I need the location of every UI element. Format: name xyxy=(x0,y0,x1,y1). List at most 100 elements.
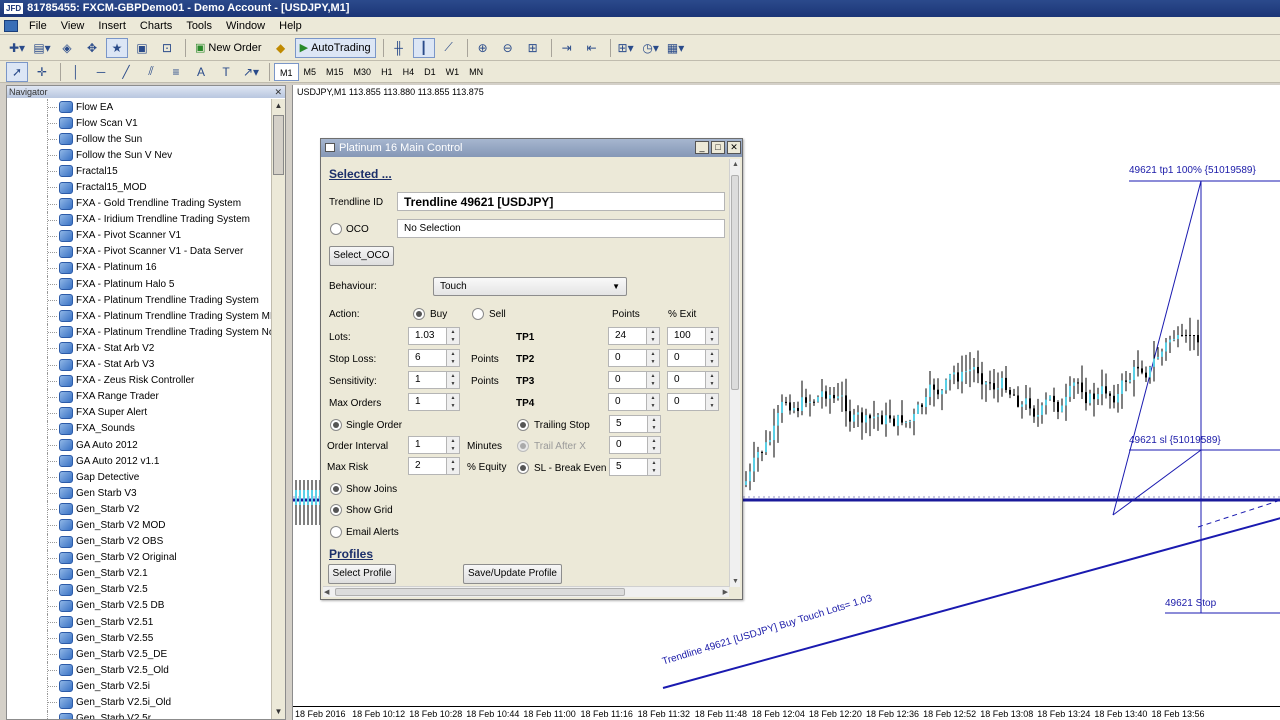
trendline-id-field[interactable]: Trendline 49621 [USDJPY] xyxy=(397,192,725,211)
sl-break-even-stepper[interactable]: 5 ▲ ▼ xyxy=(609,458,661,476)
navigator-item[interactable]: Gen_Starb V2.5 xyxy=(7,581,271,598)
menu-help[interactable]: Help xyxy=(272,17,309,35)
navigator-item[interactable]: Gen_Starb V2.5r xyxy=(7,710,271,719)
navigator-item[interactable]: FXA - Gold Trendline Trading System xyxy=(7,195,271,212)
chevron-up-icon[interactable]: ▲ xyxy=(447,458,459,466)
strategy-tester-icon[interactable]: ⊡ xyxy=(156,38,178,58)
navigator-item[interactable]: Fractal15 xyxy=(7,163,271,180)
chevron-down-icon[interactable]: ▼ xyxy=(647,380,659,388)
sl-break-even-radio[interactable] xyxy=(517,462,529,474)
navigator-item[interactable]: Fractal15_MOD xyxy=(7,179,271,196)
templates-icon[interactable]: ▦▾ xyxy=(665,38,687,58)
oco-radio[interactable] xyxy=(330,223,342,235)
timeframe-h4[interactable]: H4 xyxy=(398,63,420,81)
navigator-item[interactable]: Follow the Sun V Nev xyxy=(7,147,271,164)
chevron-down-icon[interactable]: ▼ xyxy=(647,402,659,410)
navigator-item[interactable]: Gen_Starb V2 xyxy=(7,501,271,518)
indicators-icon[interactable]: ⊞▾ xyxy=(615,38,637,58)
navigator-item[interactable]: GA Auto 2012 xyxy=(7,436,271,454)
timeframe-d1[interactable]: D1 xyxy=(419,63,441,81)
navigator-item[interactable]: Gen Starb V3 xyxy=(7,485,271,502)
dialog-horizontal-scrollbar[interactable]: ◀ ▶ xyxy=(323,586,729,597)
close-icon[interactable]: ✕ xyxy=(727,141,741,154)
order-interval-stepper[interactable]: 1 ▲ ▼ xyxy=(408,436,460,454)
navigator-item[interactable]: Gen_Starb V2.5 DB xyxy=(7,597,271,614)
stepper-buttons[interactable]: ▲ ▼ xyxy=(646,350,659,366)
navigator-item[interactable]: Follow the Sun xyxy=(7,131,271,148)
channel-icon[interactable]: ⫽ xyxy=(140,62,162,82)
single-order-radio[interactable] xyxy=(330,419,342,431)
navigator-item[interactable]: Gen_Starb V2.1 xyxy=(7,565,271,582)
menu-file[interactable]: File xyxy=(22,17,54,35)
stepper-buttons[interactable]: ▲ ▼ xyxy=(647,437,660,453)
navigator-item[interactable]: FXA - Pivot Scanner V1 xyxy=(7,227,271,244)
new-chart-icon[interactable]: ✚▾ xyxy=(6,38,28,58)
trailing-stop-stepper[interactable]: 5 ▲ ▼ xyxy=(609,415,661,433)
metaeditor-icon[interactable]: ◆ xyxy=(270,38,292,58)
chevron-up-icon[interactable]: ▲ xyxy=(648,459,660,467)
scroll-up-icon[interactable]: ▲ xyxy=(272,99,285,113)
navigator-item[interactable]: FXA - Pivot Scanner V1 - Data Server xyxy=(7,243,271,260)
navigator-item[interactable]: FXA - Stat Arb V2 xyxy=(7,340,271,357)
navigator-item[interactable]: Flow EA xyxy=(7,99,271,116)
navigator-item[interactable]: FXA_Sounds xyxy=(7,420,271,437)
timeframe-m1[interactable]: M1 xyxy=(274,62,299,81)
auto-scroll-icon[interactable]: ⇥ xyxy=(556,38,578,58)
navigator-item[interactable]: Gen_Starb V2.5i_Old xyxy=(7,694,271,711)
chevron-up-icon[interactable]: ▲ xyxy=(647,350,659,358)
chevron-down-icon[interactable]: ▼ xyxy=(447,380,459,388)
zoom-in-icon[interactable]: ⊕ xyxy=(472,38,494,58)
stepper-buttons[interactable]: ▲ ▼ xyxy=(446,372,459,388)
timeframe-h1[interactable]: H1 xyxy=(376,63,398,81)
chevron-down-icon[interactable]: ▼ xyxy=(706,336,718,344)
scroll-down-icon[interactable]: ▼ xyxy=(272,705,285,719)
timeframe-m15[interactable]: M15 xyxy=(321,63,349,81)
chevron-down-icon[interactable]: ▼ xyxy=(648,467,660,475)
data-window-icon[interactable]: ✥ xyxy=(81,38,103,58)
navigator-item[interactable]: FXA Range Trader xyxy=(7,388,271,405)
lots-stepper[interactable]: 1.03 ▲ ▼ xyxy=(408,327,460,345)
navigator-item[interactable]: FXA - Platinum Halo 5 xyxy=(7,276,271,293)
navigator-item[interactable]: Gen_Starb V2.5i xyxy=(7,678,271,695)
chevron-down-icon[interactable]: ▼ xyxy=(648,445,660,453)
text-label-icon[interactable]: T xyxy=(215,62,237,82)
chevron-up-icon[interactable]: ▲ xyxy=(447,328,459,336)
chevron-up-icon[interactable]: ▲ xyxy=(447,372,459,380)
line-chart-icon[interactable]: ⟋ xyxy=(438,38,460,58)
chevron-down-icon[interactable]: ▼ xyxy=(447,336,459,344)
minimize-icon[interactable]: _ xyxy=(695,141,709,154)
sensitivity-stepper[interactable]: 1 ▲ ▼ xyxy=(408,371,460,389)
navigator-icon[interactable]: ★ xyxy=(106,37,128,58)
chart-shift-icon[interactable]: ⇤ xyxy=(581,38,603,58)
chevron-up-icon[interactable]: ▲ xyxy=(647,394,659,402)
navigator-item[interactable]: Gen_Starb V2.55 xyxy=(7,630,271,647)
timeframe-mn[interactable]: MN xyxy=(464,63,488,81)
navigator-item[interactable]: FXA - Platinum Trendline Trading System … xyxy=(7,308,271,325)
navigator-item[interactable]: Gen_Starb V2.5_DE xyxy=(7,646,271,663)
chevron-up-icon[interactable]: ▲ xyxy=(706,394,718,402)
chevron-down-icon[interactable]: ▼ xyxy=(447,402,459,410)
navigator-item[interactable]: Gen_Starb V2 MOD xyxy=(7,517,271,534)
scroll-right-icon[interactable]: ▶ xyxy=(723,588,728,596)
navigator-item[interactable]: Gen_Starb V2 Original xyxy=(7,549,271,566)
chevron-up-icon[interactable]: ▲ xyxy=(706,328,718,336)
stepper-buttons[interactable]: ▲ ▼ xyxy=(647,459,660,475)
navigator-item[interactable]: FXA - Iridium Trendline Trading System xyxy=(7,211,271,228)
stepper-buttons[interactable]: ▲ ▼ xyxy=(446,437,459,453)
stepper-buttons[interactable]: ▲ ▼ xyxy=(646,372,659,388)
tp4-points-stepper[interactable]: 0 ▲ ▼ xyxy=(608,393,660,411)
buy-radio[interactable] xyxy=(413,308,425,320)
chevron-up-icon[interactable]: ▲ xyxy=(647,372,659,380)
navigator-item[interactable]: FXA - Stat Arb V3 xyxy=(7,356,271,373)
stepper-buttons[interactable]: ▲ ▼ xyxy=(446,328,459,344)
dialog-title-bar[interactable]: Platinum 16 Main Control _ □ ✕ xyxy=(321,139,742,157)
chevron-down-icon[interactable]: ▼ xyxy=(648,424,660,432)
arrows-icon[interactable]: ↗▾ xyxy=(240,62,262,82)
stepper-buttons[interactable]: ▲ ▼ xyxy=(647,416,660,432)
navigator-item[interactable]: Gen_Starb V2.51 xyxy=(7,614,271,631)
stepper-buttons[interactable]: ▲ ▼ xyxy=(446,350,459,366)
maximize-icon[interactable]: □ xyxy=(711,141,725,154)
candlestick-icon[interactable]: ┃ xyxy=(412,37,435,58)
bar-chart-icon[interactable]: ╫ xyxy=(388,38,410,58)
document-icon[interactable] xyxy=(4,19,18,32)
